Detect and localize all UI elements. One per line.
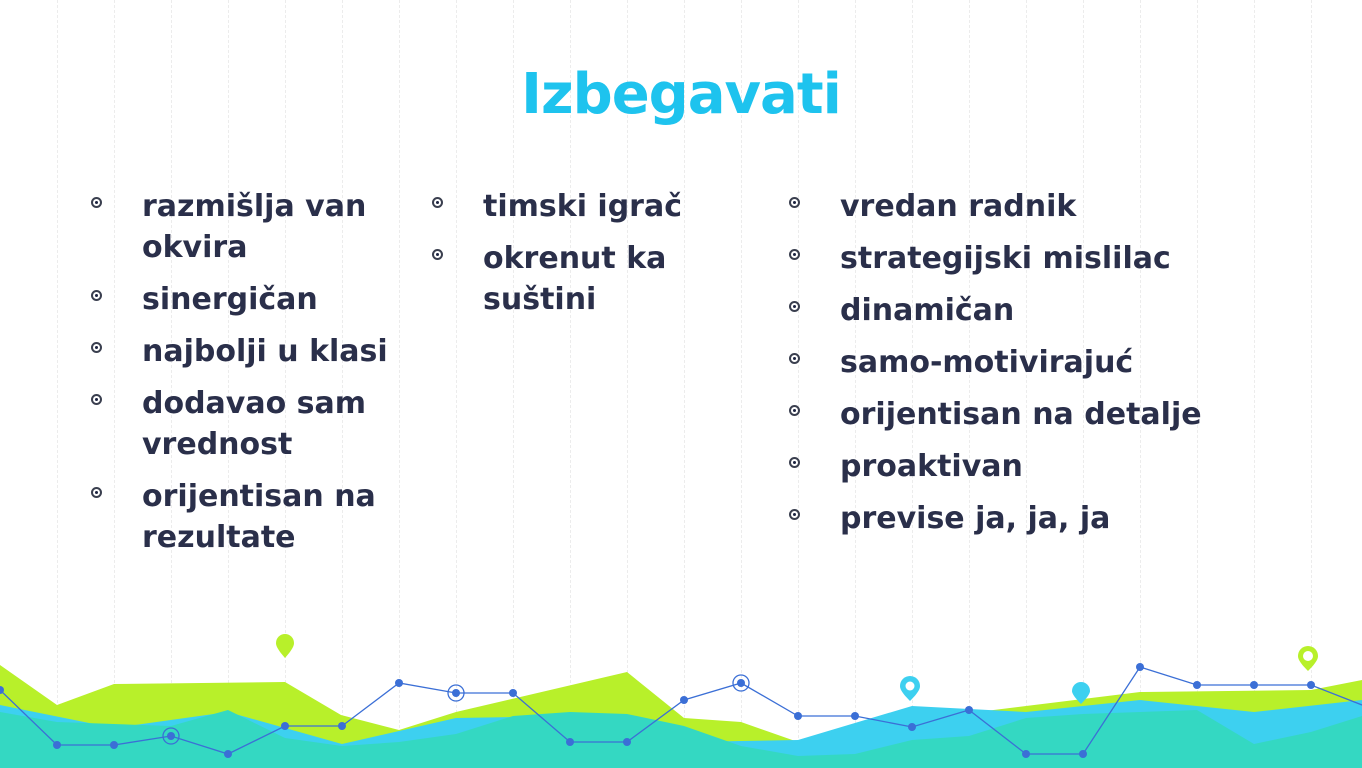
bullet-text: okrenut ka suštini bbox=[483, 241, 667, 317]
dot-marker bbox=[965, 706, 973, 714]
bullet-text: dodavao sam vrednost bbox=[142, 386, 367, 462]
dot-marker bbox=[224, 750, 232, 758]
radio-bullet-icon bbox=[91, 290, 102, 301]
radio-bullet-icon bbox=[789, 301, 800, 312]
bullet-item: orijentisan na rezultate bbox=[91, 476, 421, 558]
dot-marker bbox=[1307, 681, 1315, 689]
bullet-text: najbolji u klasi bbox=[142, 334, 388, 369]
dot-marker bbox=[452, 689, 460, 697]
bullet-item: okrenut ka suštini bbox=[432, 238, 722, 320]
radio-bullet-icon bbox=[91, 487, 102, 498]
radio-bullet-icon bbox=[789, 405, 800, 416]
bullet-text: orijentisan na detalje bbox=[840, 397, 1202, 432]
radio-bullet-icon bbox=[789, 353, 800, 364]
footer-decoration bbox=[0, 634, 1362, 768]
radio-bullet-icon bbox=[789, 509, 800, 520]
dot-marker bbox=[281, 722, 289, 730]
dot-marker bbox=[737, 679, 745, 687]
bullet-text: samo-motivirajuć bbox=[840, 345, 1134, 380]
bullet-text: vredan radnik bbox=[840, 189, 1077, 224]
bullet-item: orijentisan na detalje bbox=[789, 394, 1309, 435]
radio-bullet-icon bbox=[789, 249, 800, 260]
dot-marker bbox=[53, 741, 61, 749]
dot-marker bbox=[1136, 663, 1144, 671]
bullet-text: strategijski mislilac bbox=[840, 241, 1171, 276]
bullet-text: dinamičan bbox=[840, 293, 1015, 328]
dot-marker bbox=[1022, 750, 1030, 758]
bullet-text: orijentisan na rezultate bbox=[142, 479, 376, 555]
bullet-item: vredan radnik bbox=[789, 186, 1309, 227]
dot-marker bbox=[509, 689, 517, 697]
bullet-item: najbolji u klasi bbox=[91, 331, 421, 372]
bullet-item: dodavao sam vrednost bbox=[91, 383, 421, 465]
bullet-item: sinergičan bbox=[91, 279, 421, 320]
radio-bullet-icon bbox=[91, 394, 102, 405]
bullet-column-2: timski igrač okrenut ka suštini bbox=[432, 186, 722, 331]
map-pin-icon bbox=[276, 634, 294, 658]
map-pin-icon bbox=[1298, 646, 1318, 671]
bullet-text: previse ja, ja, ja bbox=[840, 501, 1111, 536]
radio-bullet-icon bbox=[91, 197, 102, 208]
radio-bullet-icon bbox=[789, 457, 800, 468]
bullet-text: sinergičan bbox=[142, 282, 318, 317]
bullet-item: dinamičan bbox=[789, 290, 1309, 331]
dot-marker bbox=[1079, 750, 1087, 758]
bullet-text: timski igrač bbox=[483, 189, 682, 224]
dot-marker bbox=[623, 738, 631, 746]
bullet-column-1: razmišlja van okvira sinergičan najbolji… bbox=[91, 186, 421, 569]
bullet-item: previse ja, ja, ja bbox=[789, 498, 1309, 539]
radio-bullet-icon bbox=[432, 197, 443, 208]
dot-marker bbox=[851, 712, 859, 720]
dot-marker bbox=[566, 738, 574, 746]
dot-marker bbox=[167, 732, 175, 740]
bullet-column-3: vredan radnik strategijski mislilac dina… bbox=[789, 186, 1309, 550]
bullet-text: razmišlja van okvira bbox=[142, 189, 367, 265]
radio-bullet-icon bbox=[789, 197, 800, 208]
radio-bullet-icon bbox=[91, 342, 102, 353]
dot-marker bbox=[110, 741, 118, 749]
bullet-item: strategijski mislilac bbox=[789, 238, 1309, 279]
slide-title: Izbegavati bbox=[521, 62, 842, 127]
dot-marker bbox=[680, 696, 688, 704]
map-pin-icon bbox=[900, 676, 920, 701]
dot-marker bbox=[338, 722, 346, 730]
dot-marker bbox=[908, 723, 916, 731]
bullet-item: razmišlja van okvira bbox=[91, 186, 421, 268]
bullet-item: samo-motivirajuć bbox=[789, 342, 1309, 383]
dot-marker bbox=[794, 712, 802, 720]
dot-marker bbox=[1250, 681, 1258, 689]
radio-bullet-icon bbox=[432, 249, 443, 260]
bullet-text: proaktivan bbox=[840, 449, 1023, 484]
dot-marker bbox=[1193, 681, 1201, 689]
bullet-item: timski igrač bbox=[432, 186, 722, 227]
dot-marker bbox=[395, 679, 403, 687]
bullet-item: proaktivan bbox=[789, 446, 1309, 487]
